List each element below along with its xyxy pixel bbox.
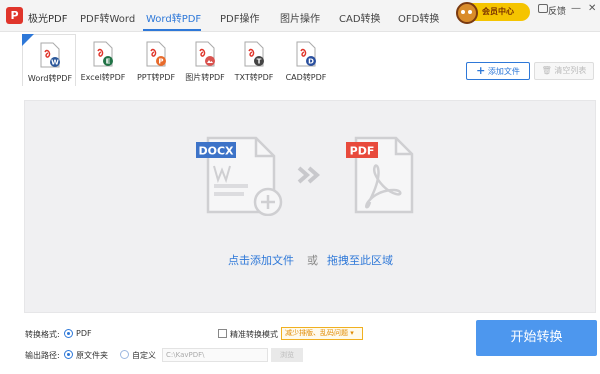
tool-label: Excel转PDF xyxy=(80,73,126,82)
output-path-input[interactable]: C:\KavPDF\ xyxy=(162,348,268,362)
custom-path-radio[interactable] xyxy=(120,350,129,359)
app-name: 极光PDF xyxy=(28,14,68,25)
start-convert-button[interactable]: 开始转换 xyxy=(476,320,597,356)
tab-ofd-conversion[interactable]: OFD转换 xyxy=(398,10,439,25)
tool-label: PPT转PDF xyxy=(136,73,176,82)
or-text: 或 xyxy=(307,254,318,267)
source-folder-label: 原文件夹 xyxy=(76,351,108,360)
tool-image-to-pdf[interactable]: 图片转PDF xyxy=(178,34,232,86)
tool-txt-to-pdf[interactable]: T TXT转PDF xyxy=(227,34,281,86)
double-arrow-icon xyxy=(297,166,321,184)
active-tab-indicator xyxy=(143,29,201,31)
plus-icon: + xyxy=(476,64,486,77)
docx-tag-text: DOCX xyxy=(198,145,234,158)
source-folder-radio[interactable] xyxy=(64,350,73,359)
mascot-avatar-icon xyxy=(456,2,478,24)
tab-cad-conversion[interactable]: CAD转换 xyxy=(339,10,381,25)
tool-label: CAD转PDF xyxy=(285,73,327,82)
add-file-button[interactable]: + 添加文件 xyxy=(466,62,530,80)
close-icon[interactable]: ✕ xyxy=(588,3,596,14)
tool-label: 图片转PDF xyxy=(185,73,225,82)
format-pdf-radio[interactable] xyxy=(64,329,73,338)
custom-path-label: 自定义 xyxy=(132,351,156,360)
svg-text:D: D xyxy=(308,58,314,66)
tab-pdf-to-word[interactable]: PDF转Word xyxy=(80,10,135,25)
feedback-button[interactable]: 反馈 xyxy=(548,4,566,17)
cad-file-icon: D xyxy=(296,41,316,67)
format-pdf-label: PDF xyxy=(76,329,92,338)
clear-list-label: 清空列表 xyxy=(554,66,587,75)
image-file-icon xyxy=(195,41,215,67)
precise-mode-label: 精准转换模式 xyxy=(230,330,278,339)
format-label: 转换格式: xyxy=(25,330,60,339)
add-file-label: 添加文件 xyxy=(487,67,520,76)
pdf-tag-text: PDF xyxy=(350,145,375,158)
tab-image-operations[interactable]: 图片操作 xyxy=(280,10,320,25)
trash-icon: 🗑 xyxy=(541,66,552,75)
minimize-icon[interactable]: — xyxy=(571,3,581,14)
title-bar: P 极光PDF PDF转Word Word转PDF PDF操作 图片操作 CAD… xyxy=(0,0,600,32)
drag-here-link: 拖拽至此区域 xyxy=(327,254,393,267)
docx-document-icon: DOCX xyxy=(196,136,283,216)
tool-cad-to-pdf[interactable]: D CAD转PDF xyxy=(279,34,333,86)
precise-mode-dropdown[interactable]: 减少排版、乱码问题 ▾ xyxy=(281,327,363,340)
file-drop-area[interactable] xyxy=(24,100,596,313)
tool-label: TXT转PDF xyxy=(234,73,274,82)
click-add-file-link[interactable]: 点击添加文件 xyxy=(228,252,294,268)
tool-excel-to-pdf[interactable]: E Excel转PDF xyxy=(76,34,130,86)
output-path-label: 输出路径: xyxy=(25,351,60,360)
svg-text:E: E xyxy=(106,58,111,66)
tab-pdf-operations[interactable]: PDF操作 xyxy=(220,10,259,25)
tool-word-to-pdf[interactable]: W Word转PDF xyxy=(22,34,76,86)
tool-label: Word转PDF xyxy=(27,74,73,83)
tool-ppt-to-pdf[interactable]: P PPT转PDF xyxy=(129,34,183,86)
svg-text:P: P xyxy=(158,58,163,66)
svg-text:W: W xyxy=(51,59,59,67)
precise-mode-checkbox[interactable] xyxy=(218,329,227,338)
ppt-file-icon: P xyxy=(146,41,166,67)
excel-file-icon: E xyxy=(93,41,113,67)
app-logo-icon: P xyxy=(6,7,23,24)
clear-list-button[interactable]: 🗑 清空列表 xyxy=(534,62,594,80)
selected-check-icon xyxy=(22,34,34,46)
browse-button[interactable]: 浏览 xyxy=(271,348,303,362)
word-file-icon: W xyxy=(40,42,60,68)
svg-text:T: T xyxy=(257,58,262,66)
member-center-label: 会员中心 xyxy=(482,7,514,16)
tab-word-to-pdf[interactable]: Word转PDF xyxy=(146,10,201,25)
txt-file-icon: T xyxy=(244,41,264,67)
pdf-document-icon: PDF xyxy=(346,136,414,214)
feedback-icon[interactable] xyxy=(538,4,548,13)
member-center-button[interactable]: 会员中心 xyxy=(456,2,530,24)
